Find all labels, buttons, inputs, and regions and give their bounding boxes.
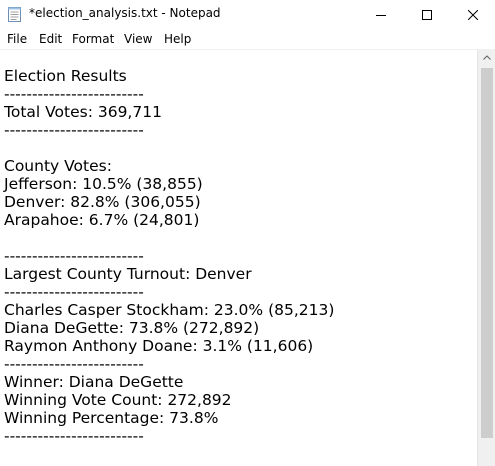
maximize-icon: [422, 10, 432, 20]
scroll-thumb[interactable]: [481, 68, 493, 438]
notepad-window: *election_analysis.txt - Notepad File Ed…: [0, 0, 495, 466]
menu-help[interactable]: Help: [163, 32, 192, 46]
scroll-up-button[interactable]: [478, 49, 495, 66]
window-title: *election_analysis.txt - Notepad: [29, 6, 221, 20]
text-editor[interactable]: Election Results -----------------------…: [0, 49, 477, 466]
menu-file[interactable]: File: [6, 32, 28, 46]
vertical-scrollbar[interactable]: [477, 49, 495, 466]
menu-bar: File Edit Format View Help: [0, 30, 495, 49]
close-icon: [467, 10, 478, 20]
close-button[interactable]: [450, 0, 495, 30]
menu-format[interactable]: Format: [71, 32, 115, 46]
notepad-icon: [8, 6, 21, 22]
document-text[interactable]: Election Results -----------------------…: [4, 67, 334, 445]
title-bar[interactable]: *election_analysis.txt - Notepad: [0, 0, 495, 30]
menu-view[interactable]: View: [123, 32, 153, 46]
chevron-up-icon: [483, 55, 491, 60]
maximize-button[interactable]: [404, 0, 450, 30]
menu-edit[interactable]: Edit: [38, 32, 63, 46]
minimize-button[interactable]: [358, 0, 404, 30]
minimize-icon: [376, 15, 386, 16]
